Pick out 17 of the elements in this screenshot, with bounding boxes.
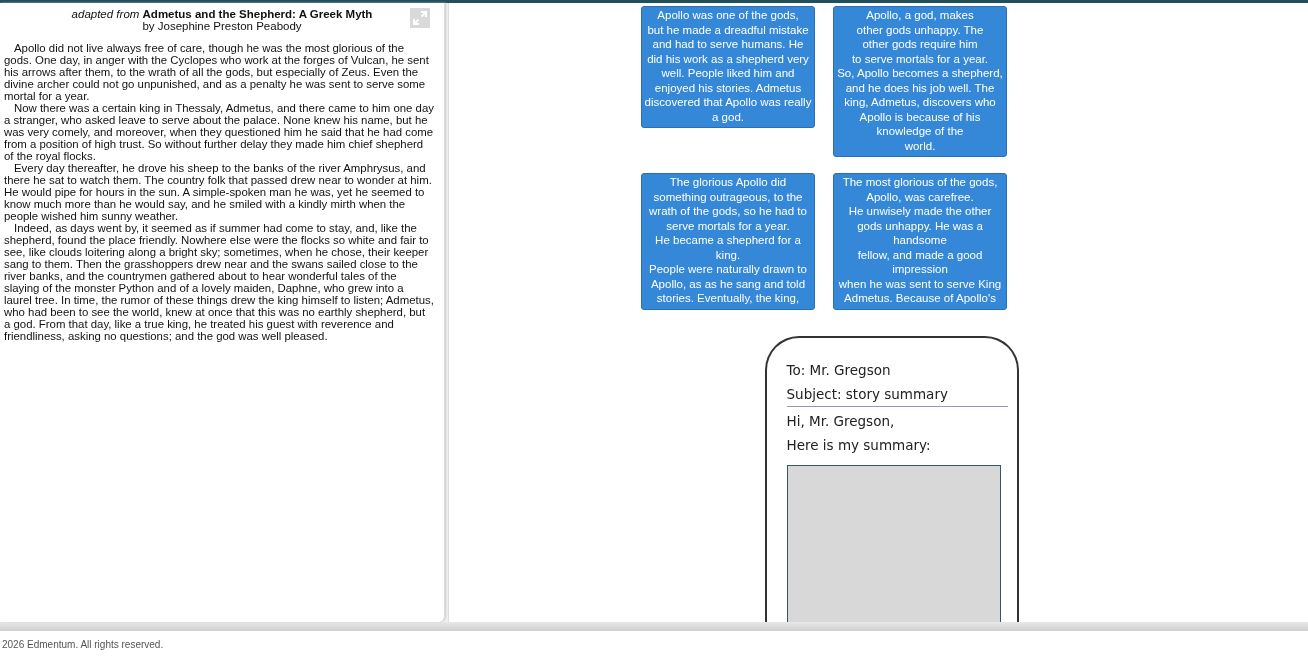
email-subject: Subject: story summary (786, 381, 1008, 407)
passage-paragraph: Now there was a certain king in Thessaly, Admetus, and there came to him one day a stranger, who asked leave to serve about the palace. None knew his name, but he was very comely, and moreover, when they questioned him he said that he had come from a position of high trust. So without further delay they made him chief shepherd of the royal flocks. (4, 102, 435, 162)
summary-drop-zone[interactable] (786, 464, 1001, 622)
passage-paragraph: Every day thereafter, he drove his sheep to the banks of the river Amphrysus, and there he sat to watch them. The country folk that passed drew near to wonder at him. He would pipe for hours in the sun. A simple-spoken man he was, yet he seemed to know much more than he would say, and he smiled with a kindly mirth when the people wished him sunny weather. (4, 162, 433, 222)
expand-icon[interactable] (410, 8, 430, 28)
summary-option-card[interactable]: The glorious Apollo did something outrageous, to the wrath of the gods, so he had to serve mortals for a year. He became a shepherd for a king. People were naturally drawn to Apollo, as as he sang and told stories. Eventually, the king, (641, 173, 815, 310)
summary-option-card[interactable]: Apollo, a god, makes other gods unhappy. The other gods require him to serve mortals for a year. So, Apollo becomes a shepherd, and he does his job well. The king, Admetus, discovers who Apollo is because of his knowledge of the world. (833, 6, 1007, 157)
email-to: To: Mr. Gregson (786, 360, 892, 380)
passage-byline: by Josephine Preston Peabody (141, 20, 303, 32)
summary-option-card[interactable]: The most glorious of the gods, Apollo, was carefree. He unwisely made the other gods unhappy. He was a handsome fellow, and made a good impression when he was sent to serve King Admetus. Because of Apollo's (833, 173, 1007, 310)
passage-paragraph: Apollo did not live always free of care, though he was the most glorious of the gods. One day, in anger with the Cyclopes who work at the forges of Vulcan, he sent his arrows after them, to the wrath of all the gods, but especially of Zeus. Even the divine archer could not go unpunished, and as a penalty he was sent to serve some mortal for a year. (4, 42, 430, 102)
email-greeting: Hi, Mr. Gregson, (786, 411, 896, 431)
passage-title: adapted from Admetus and the Shepherd: A Greek Myth (70, 8, 374, 20)
summary-option-card[interactable]: Apollo was one of the gods, but he made a dreadful mistake and had to serve humans. He did his work as a shepherd very well. People liked him and enjoyed his stories. Admetus discovered that Apollo was really a god. (641, 6, 815, 128)
email-intro: Here is my summary: (786, 435, 932, 455)
passage-paragraph: Indeed, as days went by, it seemed as if summer had come to stay, and, like the shepherd, found the place friendly. Nowhere else were the flocks so white and fair to see, like clouds loitering along a bright sky; sometimes, when he chose, their keeper sang to them. Then the grasshoppers drew near and the swans sailed close to the river banks, and the countrymen gathered about to hear wonderful tales of the slaying of the monster Python and of a lovely maiden, Daphne, who grew into a laurel tree. In time, the rumor of these things drew the king himself to listen; Admetus, who had been to see the world, knew at once that this was no earthly shepherd, but a god. From that day, like a true king, he treated his guest with reverence and friendliness, asking no questions; and the god was well pleased. (4, 222, 435, 342)
copyright-text: 2026 Edmentum. All rights reserved. (1, 638, 165, 650)
